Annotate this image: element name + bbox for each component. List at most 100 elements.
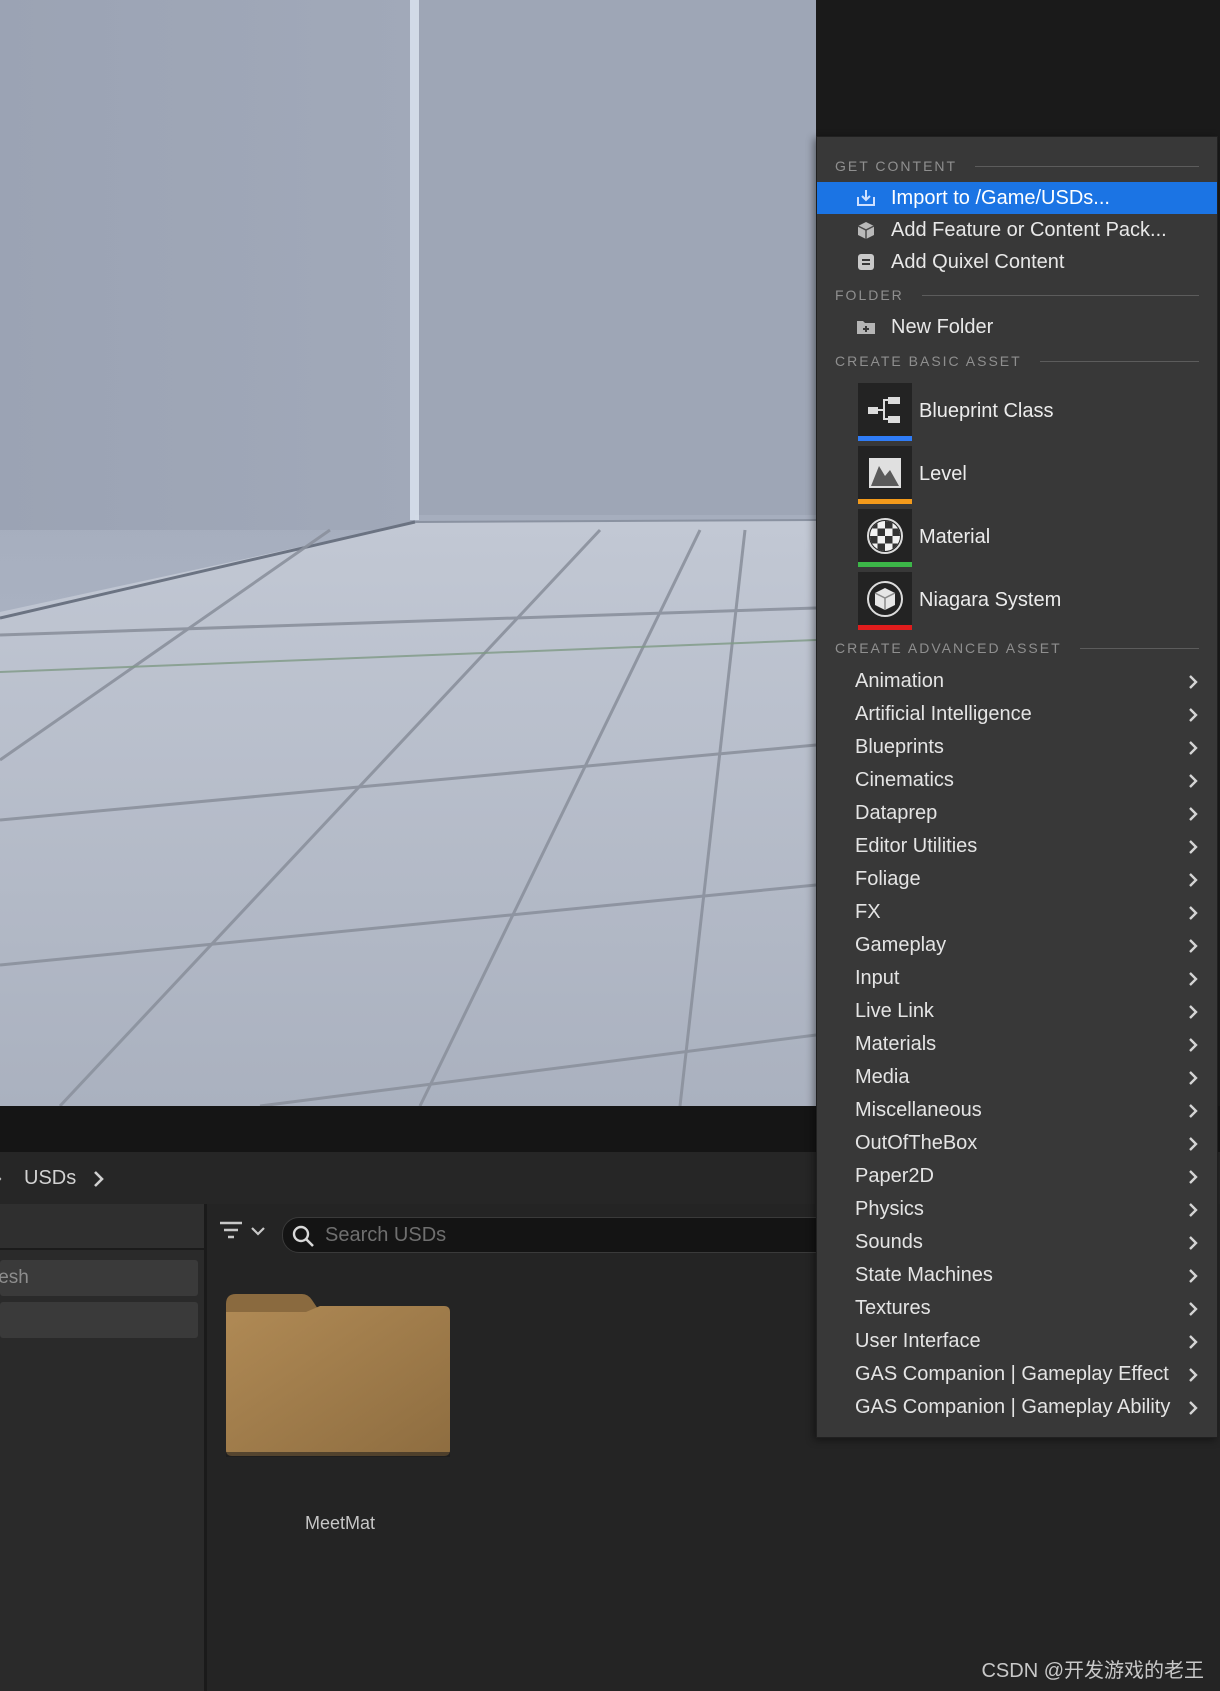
basic-asset-niagara-system[interactable]: Niagara System <box>817 572 1217 630</box>
material-thumb <box>858 509 912 563</box>
basic-asset-blueprint-class[interactable]: Blueprint Class <box>817 383 1217 441</box>
submenu-item-gas-companion-gameplay-ability[interactable]: GAS Companion | Gameplay Ability <box>817 1391 1217 1424</box>
breadcrumb-current[interactable]: USDs <box>24 1166 76 1190</box>
submenu-item-paper2d[interactable]: Paper2D <box>817 1160 1217 1193</box>
submenu-item-blueprints[interactable]: Blueprints <box>817 731 1217 764</box>
filter-icon[interactable] <box>218 1219 270 1245</box>
submenu-item-label: Miscellaneous <box>855 1099 982 1121</box>
wall-left <box>0 0 415 530</box>
floor <box>0 520 816 1106</box>
wall-right <box>415 0 816 515</box>
submenu-item-label: Blueprints <box>855 736 944 758</box>
basic-asset-level-label: Level <box>919 463 967 485</box>
submenu-item-label: State Machines <box>855 1264 993 1286</box>
chevron-right-icon <box>1189 1170 1198 1184</box>
submenu-item-foliage[interactable]: Foliage <box>817 863 1217 896</box>
level-thumb <box>858 446 912 500</box>
sources-panel-item-label: lesh <box>0 1267 29 1288</box>
chevron-right-icon <box>1189 1269 1198 1283</box>
submenu-item-label: Live Link <box>855 1000 934 1022</box>
submenu-item-label: Physics <box>855 1198 924 1220</box>
menu-item-import-label: Import to /Game/USDs... <box>891 187 1110 209</box>
wall-seam <box>410 0 419 520</box>
submenu-item-fx[interactable]: FX <box>817 896 1217 929</box>
submenu-item-editor-utilities[interactable]: Editor Utilities <box>817 830 1217 863</box>
basic-asset-material-label: Material <box>919 526 991 548</box>
niagara-system-thumb <box>858 572 912 626</box>
chevron-right-icon <box>1189 675 1198 689</box>
menu-item-add-quixel[interactable]: Add Quixel Content <box>817 246 1217 278</box>
blueprint-class-icon <box>868 397 900 423</box>
menu-item-add-feature-pack-label: Add Feature or Content Pack... <box>891 219 1167 241</box>
submenu-item-artificial-intelligence[interactable]: Artificial Intelligence <box>817 698 1217 731</box>
sources-panel-item-2[interactable] <box>0 1302 198 1338</box>
section-create-advanced: CREATE ADVANCED ASSET <box>835 639 1199 657</box>
chevron-right-icon <box>1189 1038 1198 1052</box>
menu-item-import[interactable]: Import to /Game/USDs... <box>817 182 1217 214</box>
sources-panel: lesh <box>0 1204 207 1691</box>
submenu-item-outofthebox[interactable]: OutOfTheBox <box>817 1127 1217 1160</box>
submenu-item-label: Foliage <box>855 868 921 890</box>
menu-item-new-folder[interactable]: New Folder <box>817 311 1217 343</box>
submenu-item-gas-companion-gameplay-effect[interactable]: GAS Companion | Gameplay Effect <box>817 1358 1217 1391</box>
submenu-item-label: OutOfTheBox <box>855 1132 978 1154</box>
submenu-item-materials[interactable]: Materials <box>817 1028 1217 1061</box>
chevron-right-icon <box>1189 1368 1198 1382</box>
section-folder-title: FOLDER <box>835 287 904 303</box>
submenu-item-label: Dataprep <box>855 802 938 824</box>
submenu-item-state-machines[interactable]: State Machines <box>817 1259 1217 1292</box>
chevron-right-icon <box>1189 1236 1198 1250</box>
submenu-item-animation[interactable]: Animation <box>817 665 1217 698</box>
sources-panel-header <box>0 1204 204 1250</box>
basic-asset-level[interactable]: Level <box>817 446 1217 504</box>
menu-item-add-feature-pack[interactable]: Add Feature or Content Pack... <box>817 214 1217 246</box>
sources-panel-item[interactable]: lesh <box>0 1260 198 1296</box>
submenu-item-physics[interactable]: Physics <box>817 1193 1217 1226</box>
section-create-advanced-title: CREATE ADVANCED ASSET <box>835 640 1062 656</box>
submenu-item-live-link[interactable]: Live Link <box>817 995 1217 1028</box>
basic-asset-material[interactable]: Material <box>817 509 1217 567</box>
basic-asset-niagara-system-label: Niagara System <box>919 589 1062 611</box>
submenu-item-label: Editor Utilities <box>855 835 978 857</box>
submenu-item-label: GAS Companion | Gameplay Effect <box>855 1363 1169 1385</box>
search-box[interactable] <box>282 1217 844 1253</box>
section-get-content: GET CONTENT <box>835 157 1199 175</box>
chevron-right-icon[interactable] <box>92 1169 106 1189</box>
level-viewport[interactable] <box>0 0 816 1106</box>
submenu-item-sounds[interactable]: Sounds <box>817 1226 1217 1259</box>
submenu-item-label: Paper2D <box>855 1165 934 1187</box>
submenu-item-media[interactable]: Media <box>817 1061 1217 1094</box>
submenu-item-label: Gameplay <box>855 934 947 956</box>
chevron-right-icon <box>1189 1104 1198 1118</box>
folder-icon[interactable] <box>224 1290 454 1460</box>
section-create-basic: CREATE BASIC ASSET <box>835 352 1199 370</box>
chevron-right-icon <box>1189 1401 1198 1415</box>
submenu-item-label: Sounds <box>855 1231 923 1253</box>
submenu-item-dataprep[interactable]: Dataprep <box>817 797 1217 830</box>
submenu-item-user-interface[interactable]: User Interface <box>817 1325 1217 1358</box>
folder-name[interactable]: MeetMat <box>224 1513 456 1534</box>
chevron-right-icon <box>1189 1137 1198 1151</box>
content-pack-icon <box>857 222 875 239</box>
menu-item-add-quixel-label: Add Quixel Content <box>891 251 1065 273</box>
submenu-item-label: User Interface <box>855 1330 981 1352</box>
submenu-item-label: Input <box>855 967 900 989</box>
submenu-item-label: FX <box>855 901 881 923</box>
section-get-content-title: GET CONTENT <box>835 158 958 174</box>
new-folder-icon <box>857 321 875 334</box>
chevron-right-icon <box>1189 741 1198 755</box>
submenu-item-label: Media <box>855 1066 910 1088</box>
chevron-right-icon <box>1189 906 1198 920</box>
chevron-right-icon <box>1189 939 1198 953</box>
search-input[interactable] <box>323 1220 807 1250</box>
chevron-right-icon <box>1189 1005 1198 1019</box>
chevron-right-icon <box>1189 873 1198 887</box>
submenu-item-label: Animation <box>855 670 944 692</box>
submenu-item-textures[interactable]: Textures <box>817 1292 1217 1325</box>
submenu-item-miscellaneous[interactable]: Miscellaneous <box>817 1094 1217 1127</box>
submenu-item-input[interactable]: Input <box>817 962 1217 995</box>
breadcrumb-separator-icon: › <box>0 1168 6 1188</box>
submenu-item-gameplay[interactable]: Gameplay <box>817 929 1217 962</box>
submenu-item-label: Cinematics <box>855 769 954 791</box>
submenu-item-cinematics[interactable]: Cinematics <box>817 764 1217 797</box>
